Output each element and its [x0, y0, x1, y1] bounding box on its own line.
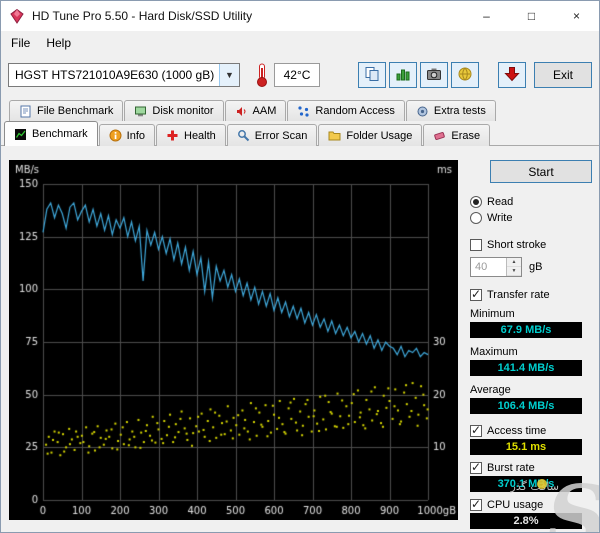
cpu-usage-value: 2.8% [470, 513, 582, 529]
read-radio[interactable]: Read [470, 196, 594, 208]
minimum-label: Minimum [470, 308, 594, 320]
drive-select-value: HGST HTS721010A9E630 (1000 gB) [15, 68, 214, 82]
download-button[interactable] [498, 62, 526, 88]
burst-rate-label: Burst rate [487, 462, 535, 474]
short-stroke-value: 40 [471, 261, 506, 273]
tab-random-access[interactable]: Random Access [287, 100, 404, 121]
maximum-label: Maximum [470, 346, 594, 358]
spin-up-button[interactable]: ▲ [507, 258, 521, 267]
tab-benchmark[interactable]: Benchmark [4, 121, 98, 146]
copy-icon [364, 66, 380, 85]
write-radio-circle [470, 212, 482, 224]
cpu-usage-checkbox[interactable]: CPU usage [470, 499, 594, 511]
aam-icon [235, 105, 248, 118]
save-results-button[interactable] [451, 62, 479, 88]
access-time-value: 15.1 ms [470, 439, 582, 455]
screenshot-button[interactable] [420, 62, 448, 88]
tab-row-front: Benchmark Info Health Error Scan Folder … [4, 121, 599, 146]
tab-error-scan[interactable]: Error Scan [227, 124, 318, 146]
access-time-label: Access time [487, 425, 546, 437]
chevron-down-icon[interactable]: ▼ [219, 64, 239, 86]
access-time-checkbox[interactable]: Access time [470, 425, 594, 437]
tab-row-back: File Benchmark Disk monitor AAM Random A… [9, 99, 599, 121]
tab-health[interactable]: Health [156, 124, 226, 146]
menu-help[interactable]: Help [38, 33, 79, 53]
write-radio-label: Write [487, 212, 512, 224]
read-radio-circle [470, 196, 482, 208]
tab-erase[interactable]: Erase [423, 124, 490, 146]
erase-icon [433, 129, 446, 142]
folder-usage-icon [328, 129, 341, 142]
transfer-rate-checkbox-box [470, 289, 482, 301]
write-radio[interactable]: Write [470, 212, 594, 224]
short-stroke-value-input[interactable]: 40 ▲ ▼ [470, 257, 522, 277]
graph-view-button[interactable] [389, 62, 417, 88]
minimize-button[interactable]: – [464, 1, 509, 31]
info-icon [109, 129, 122, 142]
tab-folder-usage[interactable]: Folder Usage [318, 124, 422, 146]
maximum-value: 141.4 MB/s [470, 360, 582, 376]
average-value: 106.4 MB/s [470, 398, 582, 414]
short-stroke-unit-label: gB [529, 261, 542, 273]
toolbar-buttons [358, 62, 526, 88]
app-window: HD Tune Pro 5.50 - Hard Disk/SSD Utility… [0, 0, 600, 533]
app-icon [9, 8, 25, 24]
average-label: Average [470, 384, 594, 396]
read-radio-label: Read [487, 196, 513, 208]
access-time-checkbox-box [470, 425, 482, 437]
tab-info[interactable]: Info [99, 124, 155, 146]
cpu-usage-checkbox-box [470, 499, 482, 511]
short-stroke-checkbox-box [470, 239, 482, 251]
transfer-rate-label: Transfer rate [487, 289, 550, 301]
control-panel: Start Read Write Short stroke 40 ▲ ▼ [466, 160, 594, 529]
save-icon [457, 66, 473, 85]
minimum-value: 67.9 MB/s [470, 322, 582, 338]
copy-button[interactable] [358, 62, 386, 88]
benchmark-chart [9, 160, 458, 520]
download-icon [504, 66, 520, 85]
file-benchmark-icon [19, 105, 32, 118]
title-bar: HD Tune Pro 5.50 - Hard Disk/SSD Utility… [1, 1, 599, 31]
exit-button[interactable]: Exit [534, 62, 592, 88]
temperature-icon [252, 61, 272, 89]
tab-disk-monitor[interactable]: Disk monitor [124, 100, 223, 121]
tab-extra-tests[interactable]: Extra tests [406, 100, 496, 121]
window-controls: – □ × [464, 1, 599, 31]
burst-rate-checkbox-box [470, 462, 482, 474]
disk-monitor-icon [134, 105, 147, 118]
transfer-rate-checkbox[interactable]: Transfer rate [470, 289, 594, 301]
cpu-usage-label: CPU usage [487, 499, 543, 511]
graph-icon [395, 66, 411, 85]
close-button[interactable]: × [554, 1, 599, 31]
random-access-icon [297, 105, 310, 118]
burst-rate-value: 370.1 MB/s [470, 476, 582, 492]
spin-down-button[interactable]: ▼ [507, 267, 521, 276]
burst-rate-checkbox[interactable]: Burst rate [470, 462, 594, 474]
tab-file-benchmark[interactable]: File Benchmark [9, 100, 123, 121]
short-stroke-size: 40 ▲ ▼ gB [470, 257, 594, 277]
menu-bar: File Help [1, 31, 599, 54]
camera-icon [426, 66, 442, 85]
short-stroke-label: Short stroke [487, 239, 546, 251]
health-icon [166, 129, 179, 142]
spinner-buttons: ▲ ▼ [506, 258, 521, 276]
tab-aam[interactable]: AAM [225, 100, 287, 121]
short-stroke-checkbox[interactable]: Short stroke [470, 239, 594, 251]
benchmark-page: Start Read Write Short stroke 40 ▲ ▼ [1, 145, 599, 533]
menu-file[interactable]: File [3, 33, 38, 53]
error-scan-icon [237, 129, 250, 142]
benchmark-icon [14, 128, 27, 141]
tab-strip: File Benchmark Disk monitor AAM Random A… [1, 96, 599, 146]
extra-tests-icon [416, 105, 429, 118]
window-title: HD Tune Pro 5.50 - Hard Disk/SSD Utility [32, 9, 252, 23]
start-button[interactable]: Start [490, 160, 592, 183]
drive-select[interactable]: HGST HTS721010A9E630 (1000 gB) ▼ [8, 63, 240, 87]
temperature-value: 42°C [274, 63, 320, 87]
maximize-button[interactable]: □ [509, 1, 554, 31]
toolbar: HGST HTS721010A9E630 (1000 gB) ▼ 42°C E [1, 54, 599, 96]
